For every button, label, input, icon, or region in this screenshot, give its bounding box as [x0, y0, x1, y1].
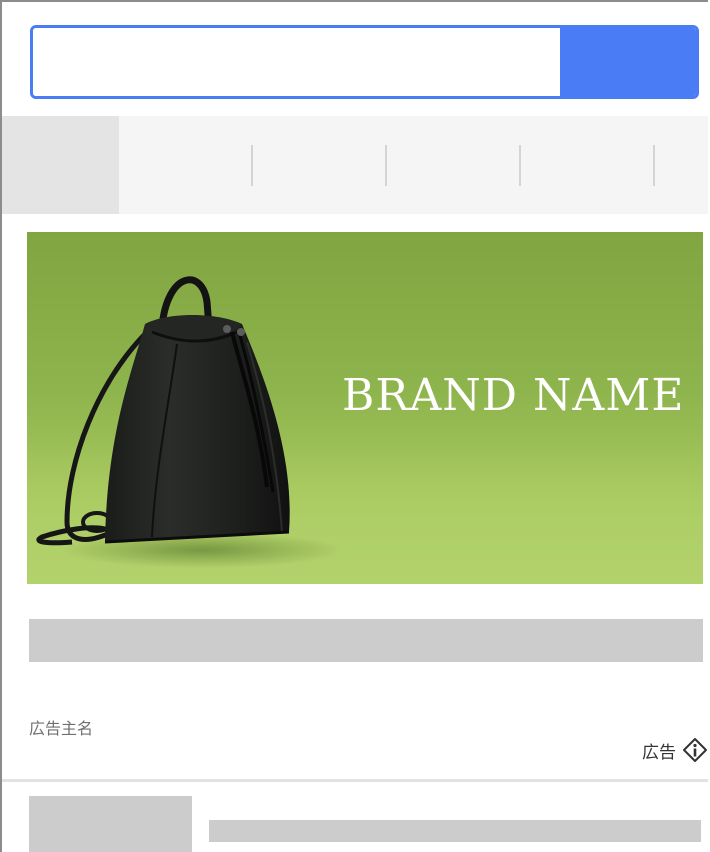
- search-bar: [30, 25, 699, 99]
- ad-headline-placeholder[interactable]: [29, 619, 703, 662]
- search-input[interactable]: [33, 28, 560, 96]
- ad-label-text: 広告: [642, 742, 676, 763]
- advertiser-name: 広告主名: [29, 719, 94, 738]
- tab-5[interactable]: [521, 116, 655, 214]
- tab-3[interactable]: [253, 116, 387, 214]
- tab-bar: [2, 116, 708, 214]
- section-divider: [2, 779, 708, 782]
- tab-2[interactable]: [119, 116, 253, 214]
- ad-label[interactable]: 広告: [642, 737, 708, 763]
- search-button[interactable]: [560, 28, 696, 96]
- tab-4[interactable]: [387, 116, 521, 214]
- tab-6[interactable]: [655, 116, 708, 214]
- info-icon[interactable]: [682, 737, 708, 763]
- next-item-title-placeholder[interactable]: [209, 820, 701, 842]
- tab-1[interactable]: [2, 116, 119, 214]
- tab-separator: [653, 145, 655, 186]
- next-item-thumbnail[interactable]: [29, 796, 192, 852]
- ad-banner[interactable]: BRAND NAME: [27, 232, 703, 584]
- brand-name: BRAND NAME: [342, 370, 685, 421]
